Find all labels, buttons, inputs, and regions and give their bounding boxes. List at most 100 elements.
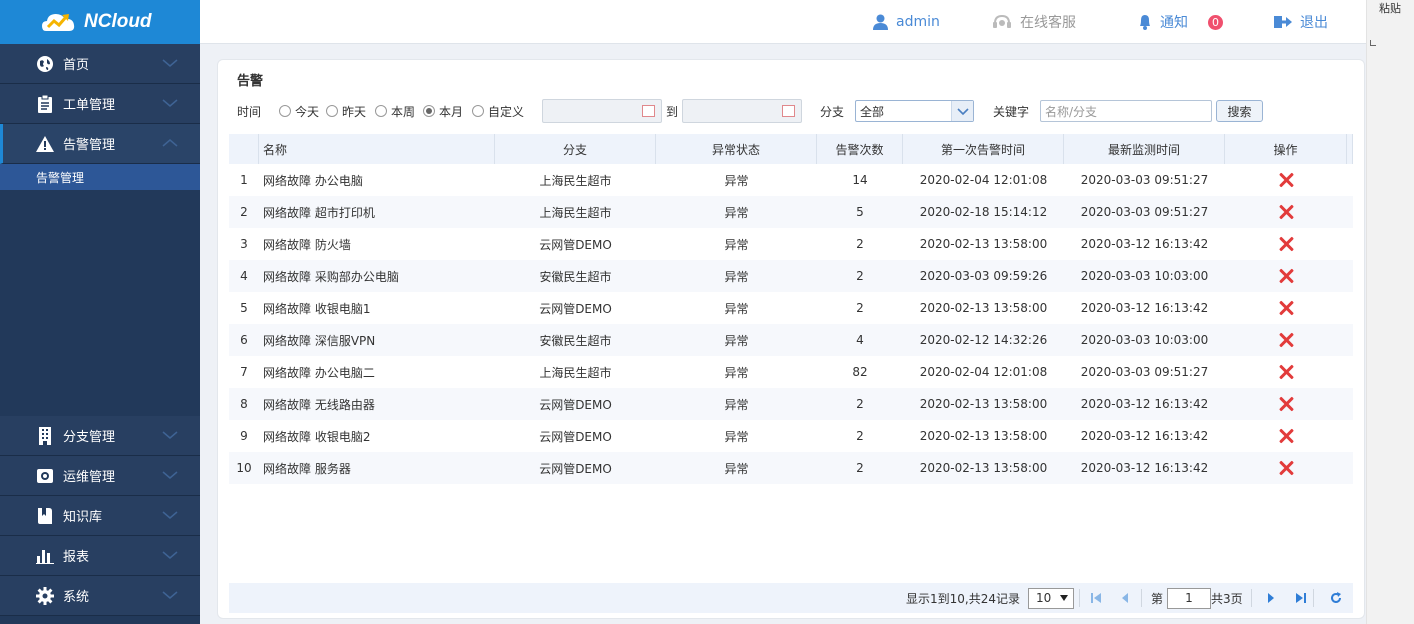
first-alert-time: 2020-02-12 14:32:26 <box>919 333 1048 347</box>
action-cell <box>1225 452 1347 484</box>
delete-icon[interactable] <box>1278 300 1294 316</box>
table-row[interactable]: 10 网络故障 服务器 云网管DEMO 异常 2 2020-02-13 13:58:00 2… <box>229 452 1353 484</box>
table-body: 1 网络故障 办公电脑 上海民生超市 异常 14 2020-02-04 12:01:08 2… <box>229 164 1353 484</box>
delete-icon[interactable] <box>1278 428 1294 444</box>
book-icon <box>36 507 54 525</box>
sidebar-item-reports[interactable]: 报表 <box>0 536 200 576</box>
alert-branch: 安徽民生超市 <box>539 269 612 284</box>
delete-icon[interactable] <box>1278 268 1294 284</box>
delete-icon[interactable] <box>1278 460 1294 476</box>
last-page-button[interactable] <box>1295 583 1307 613</box>
alert-branch: 上海民生超市 <box>539 173 612 188</box>
branch-select[interactable]: 全部 <box>855 98 974 124</box>
alert-status: 异常 <box>724 461 749 476</box>
page-input[interactable]: 1 <box>1163 583 1215 613</box>
branch-label: 分支 <box>820 104 845 119</box>
latest-check-time: 2020-03-12 16:13:42 <box>1080 429 1209 443</box>
sidebar-item-alerts[interactable]: 告警管理 <box>0 124 200 164</box>
alert-branch: 上海民生超市 <box>539 365 612 380</box>
sidebar-item-tickets[interactable]: 工单管理 <box>0 84 200 124</box>
table-row[interactable]: 6 网络故障 深信服VPN 安徽民生超市 异常 4 2020-02-12 14:32:26… <box>229 324 1353 356</box>
page-label: 第 <box>1151 591 1164 606</box>
col-branch[interactable]: 分支 <box>495 134 656 164</box>
sidebar-item-label: 分支管理 <box>63 430 116 445</box>
start-date-input[interactable] <box>542 98 662 124</box>
to-label: 到 <box>666 104 679 119</box>
radio-custom[interactable]: 自定义 <box>472 98 524 124</box>
alert-count: 2 <box>856 301 864 315</box>
user-menu[interactable]: admin <box>873 0 940 44</box>
row-number: 10 <box>236 461 252 475</box>
logout-link[interactable]: 退出 <box>1274 0 1328 44</box>
alert-count: 82 <box>852 365 868 379</box>
table-row[interactable]: 1 网络故障 办公电脑 上海民生超市 异常 14 2020-02-04 12:01:08 2… <box>229 164 1353 196</box>
table-row[interactable]: 4 网络故障 采购部办公电脑 安徽民生超市 异常 2 2020-03-03 09:59:2… <box>229 260 1353 292</box>
first-page-button[interactable] <box>1090 583 1102 613</box>
alert-name: 网络故障 办公电脑二 <box>263 365 375 380</box>
sidebar-item-ops[interactable]: 运维管理 <box>0 456 200 496</box>
refresh-button[interactable] <box>1330 583 1342 613</box>
notifications-link[interactable]: 通知 0 <box>1138 0 1223 44</box>
delete-icon[interactable] <box>1278 396 1294 412</box>
sidebar-item-system[interactable]: 系统 <box>0 576 200 616</box>
radio-this-month[interactable]: 本月 <box>423 98 463 124</box>
col-first-time[interactable]: 第一次告警时间 <box>903 134 1064 164</box>
col-name[interactable]: 名称 <box>259 134 495 164</box>
sidebar-item-branches[interactable]: 分支管理 <box>0 416 200 456</box>
alert-name: 网络故障 收银电脑2 <box>263 429 371 444</box>
submenu-item-alert-management[interactable]: 告警管理 <box>0 164 200 190</box>
alert-status: 异常 <box>724 397 749 412</box>
pager-sep-1 <box>1079 583 1080 613</box>
prev-page-button[interactable] <box>1120 583 1130 613</box>
first-alert-time: 2020-02-13 13:58:00 <box>919 429 1048 443</box>
radio-this-week[interactable]: 本周 <box>375 98 415 124</box>
table-row[interactable]: 8 网络故障 无线路由器 云网管DEMO 异常 2 2020-02-13 13:58:00… <box>229 388 1353 420</box>
action-cell <box>1225 260 1347 292</box>
corner-mark <box>1370 40 1376 46</box>
pagination-bar: 显示1到10,共24记录 10 第 1 共3页 <box>229 583 1353 613</box>
col-count[interactable]: 告警次数 <box>817 134 903 164</box>
page-size-select[interactable]: 10 <box>1028 583 1074 613</box>
radio-today[interactable]: 今天 <box>279 98 319 124</box>
alert-branch: 云网管DEMO <box>539 301 612 316</box>
alert-count: 2 <box>856 237 864 251</box>
table-row[interactable]: 3 网络故障 防火墙 云网管DEMO 异常 2 2020-02-13 13:58:00 20… <box>229 228 1353 260</box>
next-page-button[interactable] <box>1266 583 1276 613</box>
alert-name: 网络故障 办公电脑 <box>263 173 363 188</box>
delete-icon[interactable] <box>1278 332 1294 348</box>
sidebar-item-label: 告警管理 <box>63 138 116 153</box>
last-page-icon <box>1296 593 1306 603</box>
delete-icon[interactable] <box>1278 236 1294 252</box>
search-button[interactable]: 搜索 <box>1216 98 1263 124</box>
col-latest-time[interactable]: 最新监测时间 <box>1064 134 1225 164</box>
table-row[interactable]: 7 网络故障 办公电脑二 上海民生超市 异常 82 2020-02-04 12:01:08… <box>229 356 1353 388</box>
paste-button[interactable]: 粘贴 <box>1379 0 1401 16</box>
sidebar-item-knowledge[interactable]: 知识库 <box>0 496 200 536</box>
alert-status: 异常 <box>724 301 749 316</box>
alerts-panel: 告警 时间 今天 昨天 本周 本月 自定义 到 分支 全部 关键字 名称/分支 … <box>217 59 1365 619</box>
row-number: 1 <box>240 173 248 187</box>
logo[interactable]: NCloud <box>0 0 200 44</box>
latest-check-time: 2020-03-03 10:03:00 <box>1080 269 1209 283</box>
alert-name: 网络故障 超市打印机 <box>263 205 375 220</box>
table-row[interactable]: 2 网络故障 超市打印机 上海民生超市 异常 5 2020-02-18 15:14:12 2… <box>229 196 1353 228</box>
end-date-input[interactable] <box>682 98 802 124</box>
first-alert-time: 2020-02-04 12:01:08 <box>919 173 1048 187</box>
table-row[interactable]: 5 网络故障 收银电脑1 云网管DEMO 异常 2 2020-02-13 13:58:00… <box>229 292 1353 324</box>
sidebar: NCloud 首页 工单管理 告警管理 告警管理 分支管理 运维管理 知识库 报… <box>0 0 200 624</box>
radio-yesterday[interactable]: 昨天 <box>326 98 366 124</box>
sidebar-item-label: 知识库 <box>63 510 103 525</box>
col-status[interactable]: 异常状态 <box>656 134 817 164</box>
keyword-input[interactable]: 名称/分支 <box>1040 98 1212 124</box>
chevron-down-icon <box>162 511 178 519</box>
online-support-link[interactable]: 在线客服 <box>992 0 1076 44</box>
delete-icon[interactable] <box>1278 364 1294 380</box>
latest-check-time: 2020-03-12 16:13:42 <box>1080 397 1209 411</box>
table-row[interactable]: 9 网络故障 收银电脑2 云网管DEMO 异常 2 2020-02-13 13:58:00… <box>229 420 1353 452</box>
sidebar-item-label: 工单管理 <box>63 98 116 113</box>
sidebar-item-home[interactable]: 首页 <box>0 44 200 84</box>
alert-branch: 云网管DEMO <box>539 397 612 412</box>
chevron-down-icon <box>951 101 973 121</box>
delete-icon[interactable] <box>1278 204 1294 220</box>
delete-icon[interactable] <box>1278 172 1294 188</box>
